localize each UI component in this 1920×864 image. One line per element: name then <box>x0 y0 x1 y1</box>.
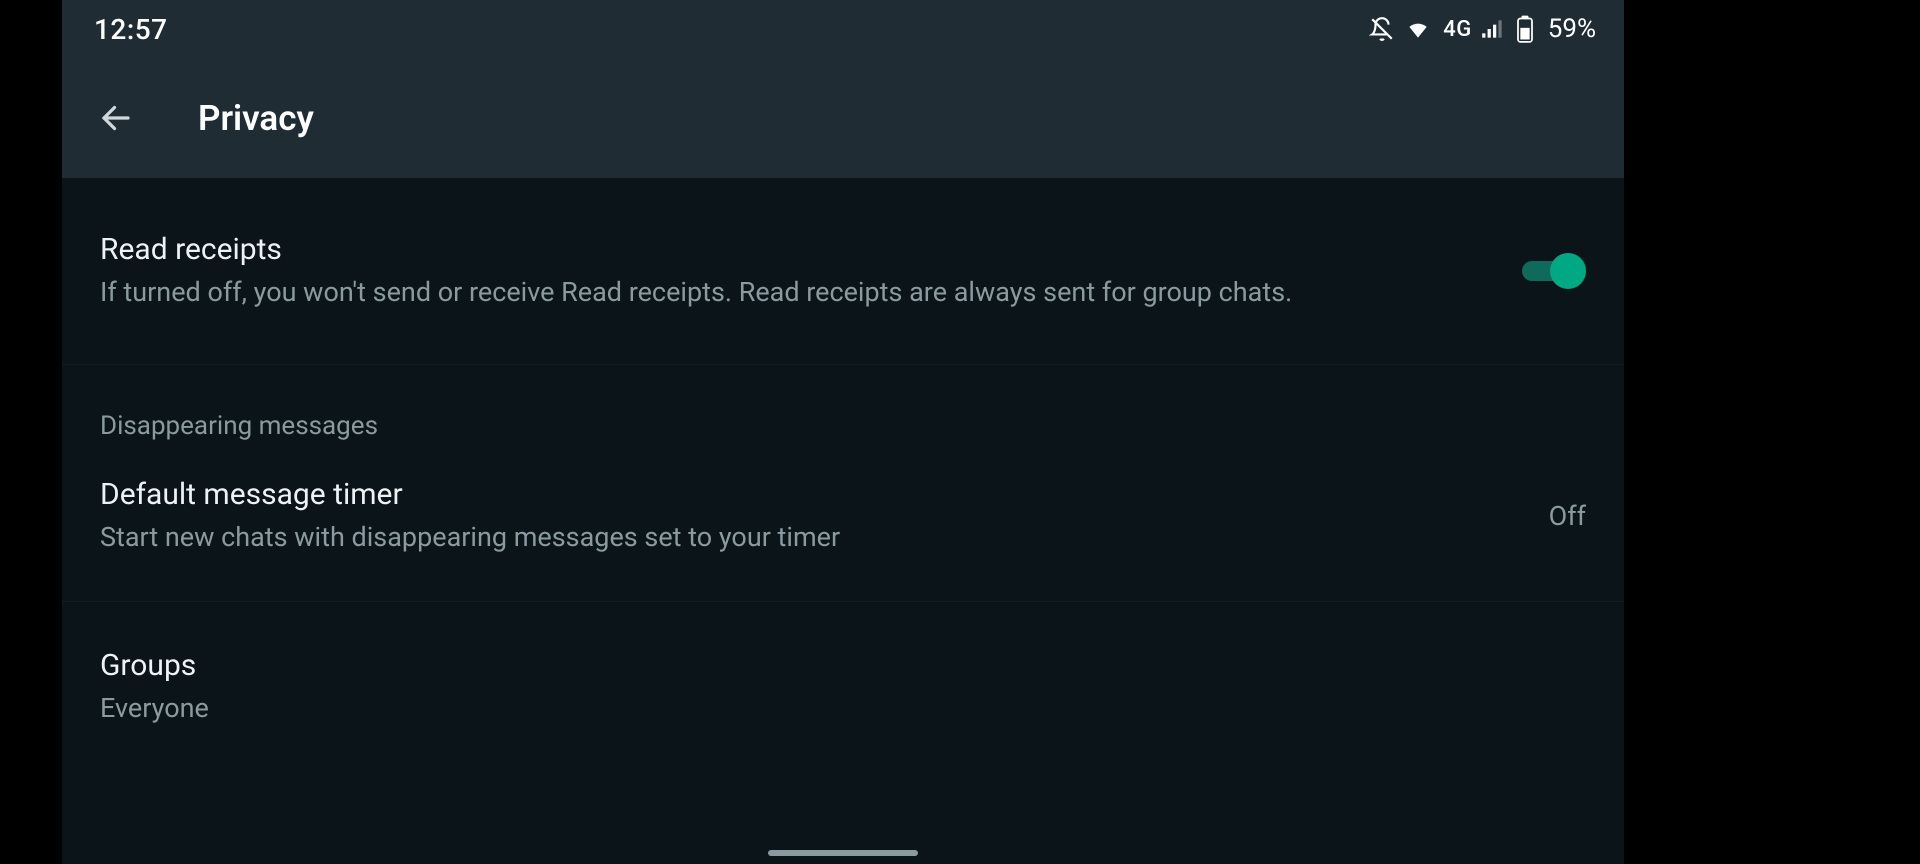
groups-title: Groups <box>100 648 1586 683</box>
home-indicator[interactable] <box>768 850 918 856</box>
default-timer-sub: Start new chats with disappearing messag… <box>100 520 1509 555</box>
row-text: Groups Everyone <box>100 648 1586 726</box>
signal-icon <box>1480 16 1506 42</box>
default-timer-value: Off <box>1549 500 1586 532</box>
row-text: Read receipts If turned off, you won't s… <box>100 232 1482 310</box>
row-groups[interactable]: Groups Everyone <box>62 602 1624 762</box>
battery-icon <box>1516 15 1534 43</box>
wifi-icon <box>1405 16 1431 42</box>
row-text: Default message timer Start new chats wi… <box>100 477 1509 555</box>
read-receipts-sub: If turned off, you won't send or receive… <box>100 275 1482 310</box>
content: Read receipts If turned off, you won't s… <box>62 178 1624 864</box>
row-default-message-timer[interactable]: Default message timer Start new chats wi… <box>62 449 1624 602</box>
phone-screen: 12:57 4G <box>62 0 1624 864</box>
read-receipts-title: Read receipts <box>100 232 1482 267</box>
status-right: 4G 59% <box>1369 14 1596 44</box>
section-disappearing-messages: Disappearing messages <box>62 365 1624 449</box>
read-receipts-toggle[interactable] <box>1522 251 1586 291</box>
status-time: 12:57 <box>94 13 168 46</box>
network-type-label: 4G <box>1443 17 1472 42</box>
status-bar: 12:57 4G <box>62 0 1624 58</box>
default-timer-title: Default message timer <box>100 477 1509 512</box>
page-title: Privacy <box>198 98 314 139</box>
notifications-off-icon <box>1369 16 1395 42</box>
row-read-receipts[interactable]: Read receipts If turned off, you won't s… <box>62 178 1624 365</box>
app-bar: Privacy <box>62 58 1624 178</box>
toggle-thumb <box>1550 253 1586 289</box>
back-button[interactable] <box>94 96 138 140</box>
battery-percent: 59% <box>1548 14 1596 44</box>
groups-sub: Everyone <box>100 691 1586 726</box>
arrow-left-icon <box>98 100 134 136</box>
